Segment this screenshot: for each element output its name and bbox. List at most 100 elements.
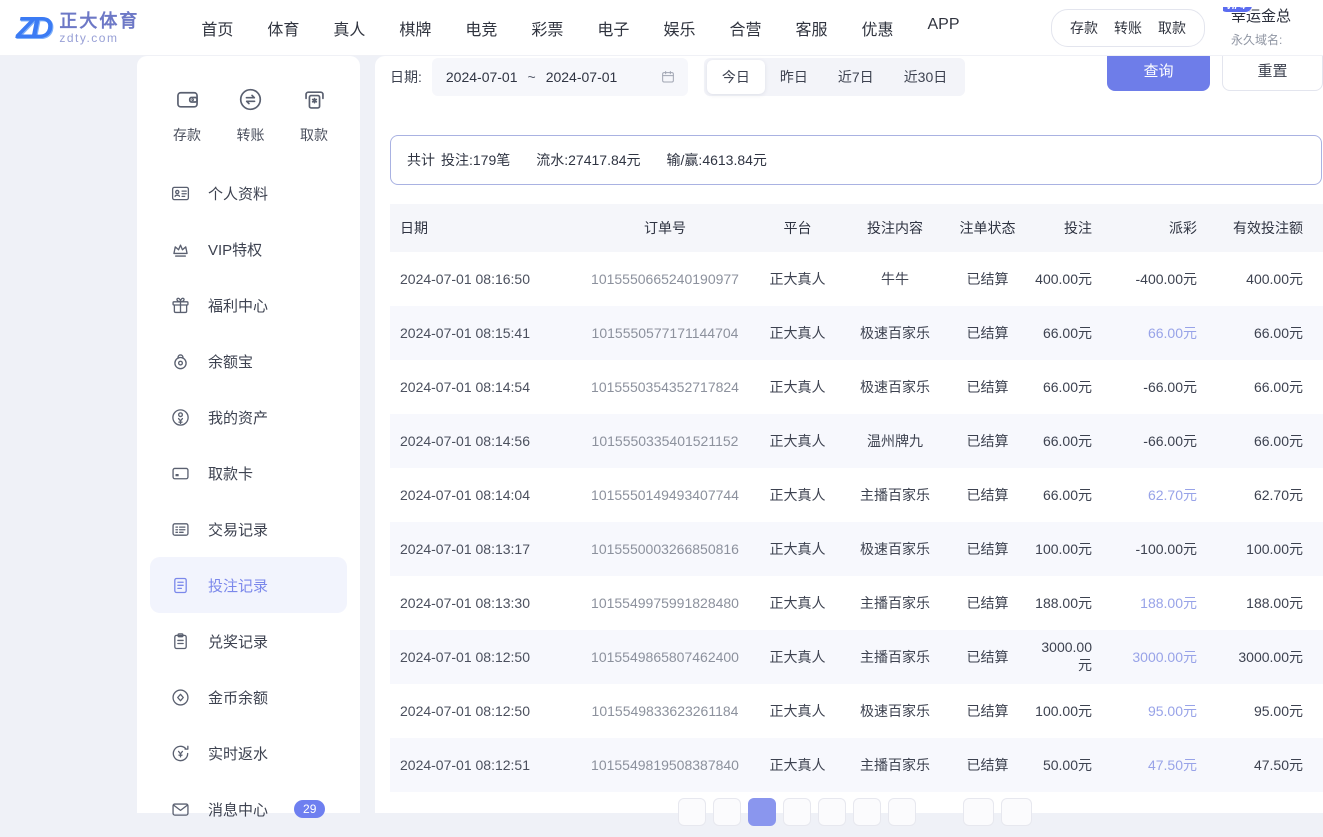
nav-item-7[interactable]: 电子 — [597, 16, 629, 40]
unread-count-badge: 29 — [294, 800, 326, 818]
brand-logo[interactable]: ZD 正大体育 zdty.com — [16, 10, 139, 46]
sidebar-item-7[interactable]: 交易记录 — [137, 501, 360, 557]
pagination-button-3[interactable] — [748, 798, 776, 826]
cell-platform: 正大真人 — [769, 595, 826, 611]
pagination-button-4[interactable] — [783, 798, 811, 826]
nav-item-6[interactable]: 彩票 — [531, 16, 563, 40]
brand-name: 正大体育 — [59, 10, 140, 31]
cell-bet: 50.00元 — [1030, 738, 1108, 792]
cell-valid_bet: 66.00元 — [1213, 414, 1323, 468]
sidebar-item-5[interactable]: 我的资产 — [137, 389, 360, 445]
cell-platform: 正大真人 — [750, 630, 845, 684]
cell-order_no: 1015550335401521152 — [580, 414, 750, 468]
column-header: 平台 — [750, 204, 845, 252]
column-header: 投注内容 — [845, 204, 945, 252]
nav-item-10[interactable]: 客服 — [795, 16, 827, 40]
withdraw-icon — [301, 86, 328, 118]
cell-bet: 66.00元 — [1030, 306, 1108, 360]
nav-item-2[interactable]: 体育 — [267, 16, 299, 40]
sidebar-item-1[interactable]: 个人资料 — [137, 165, 360, 221]
cell-content: 温州牌九 — [845, 414, 945, 468]
cell-payout: 188.00元 — [1140, 595, 1197, 611]
date-range-presets: 今日 昨日 近7日 近30日 — [703, 58, 966, 96]
cell-order_no: 1015550665240190977 — [591, 271, 739, 287]
cell-status: 已结算 — [945, 630, 1030, 684]
cell-valid_bet: 62.70元 — [1253, 487, 1303, 503]
nav-item-3[interactable]: 真人 — [333, 16, 365, 40]
wallet-action-3[interactable]: 取款 — [1158, 18, 1186, 38]
cell-content: 极速百家乐 — [860, 703, 930, 719]
sidebar-item-8[interactable]: 投注记录 — [150, 557, 347, 613]
sidebar-item-4[interactable]: 余额宝 — [137, 333, 360, 389]
cell-content: 极速百家乐 — [845, 306, 945, 360]
nav-item-8[interactable]: 娱乐 — [663, 16, 695, 40]
pagination-button-8[interactable] — [963, 798, 994, 826]
sidebar-item-label: 金币余额 — [208, 689, 269, 707]
crown-icon — [170, 239, 191, 260]
nav-item-9[interactable]: 合营 — [729, 16, 761, 40]
column-header: 有效投注额 — [1213, 204, 1323, 252]
pagination-button-1[interactable] — [678, 798, 706, 826]
pagination — [678, 798, 1032, 826]
bet-records-table: 日期 订单号 平台 投注内容 注单状态 投注 派彩 有效投注额 2024-07-01 08:1… — [390, 204, 1323, 792]
cell-status: 已结算 — [966, 379, 1009, 395]
calendar-icon[interactable] — [660, 69, 676, 85]
range-preset-2[interactable]: 昨日 — [765, 60, 823, 94]
cell-date: 2024-07-01 08:14:04 — [400, 487, 530, 503]
sidebar-quick-withdraw[interactable]: 取款 — [300, 86, 328, 145]
sidebar-item-label: 个人资料 — [208, 185, 269, 203]
nav-item-5[interactable]: 电竞 — [465, 16, 497, 40]
cell-payout: 3000.00元 — [1108, 630, 1213, 684]
cell-content: 主播百家乐 — [860, 487, 930, 503]
cell-bet: 66.00元 — [1030, 414, 1108, 468]
wallet-action-1[interactable]: 存款 — [1070, 18, 1098, 38]
range-preset-4[interactable]: 近30日 — [889, 60, 963, 94]
sidebar-item-10[interactable]: 金币余额 — [137, 669, 360, 725]
cell-platform: 正大真人 — [750, 738, 845, 792]
column-header: 订单号 — [580, 204, 750, 252]
summary-total-label: 共计 — [407, 152, 435, 168]
cell-date: 2024-07-01 08:16:50 — [400, 271, 530, 287]
range-preset-3[interactable]: 近7日 — [823, 60, 889, 94]
summary-bar: 共计 投注:179笔 流水:27417.84元 输/赢:4613.84元 — [390, 135, 1322, 185]
sidebar-item-12[interactable]: 消息中心 29 — [137, 781, 360, 837]
date-from: 2024-07-01 — [445, 69, 518, 85]
pagination-button-6[interactable] — [853, 798, 881, 826]
sidebar-item-11[interactable]: 实时返水 — [137, 725, 360, 781]
pagination-button-5[interactable] — [818, 798, 846, 826]
user-meta: 幸运金总 永久域名: — [1231, 7, 1291, 48]
cell-order_no: 1015550149493407744 — [591, 487, 739, 503]
cell-date: 2024-07-01 08:12:50 — [390, 630, 580, 684]
sidebar-item-9[interactable]: 兑奖记录 — [137, 613, 360, 669]
sidebar-item-3[interactable]: 福利中心 — [137, 277, 360, 333]
sidebar-quick-transfer[interactable]: 转账 — [237, 86, 265, 145]
date-range-input[interactable]: 2024-07-01 ~ 2024-07-01 — [431, 58, 688, 96]
pagination-button-9[interactable] — [1001, 798, 1032, 826]
range-preset-1[interactable]: 今日 — [706, 60, 765, 94]
cell-date: 2024-07-01 08:14:54 — [400, 379, 530, 395]
cell-status: 已结算 — [966, 271, 1009, 287]
nav-item-11[interactable]: 优惠 — [861, 16, 893, 40]
sidebar-quick-wallet[interactable]: 存款 — [173, 86, 201, 145]
cell-status: 已结算 — [966, 703, 1009, 719]
column-header: 派彩 — [1108, 204, 1213, 252]
nav-item-4[interactable]: 棋牌 — [399, 16, 431, 40]
pagination-button-7[interactable] — [888, 798, 916, 826]
nav-item-1[interactable]: 首页 — [201, 16, 233, 40]
pagination-button-2[interactable] — [713, 798, 741, 826]
rebate-icon — [170, 743, 191, 764]
table-row: 2024-07-01 08:16:50 1015550665240190977 正大… — [390, 252, 1323, 306]
sidebar-item-6[interactable]: 取款卡 — [137, 445, 360, 501]
date-to: 2024-07-01 — [545, 69, 618, 85]
nav-item-12[interactable]: APP — [928, 16, 960, 40]
user-box[interactable]: VIP4 幸运金总 永久域名: — [1223, 7, 1323, 48]
cell-date: 2024-07-01 08:12:51 — [390, 738, 580, 792]
wallet-actions-pill: 存款 转账 取款 — [1051, 8, 1205, 47]
wallet-action-2[interactable]: 转账 — [1114, 18, 1142, 38]
money-pot-icon — [170, 351, 191, 372]
cell-bet: 188.00元 — [1035, 595, 1092, 611]
cell-valid_bet: 188.00元 — [1246, 595, 1303, 611]
main-content: 日期: 2024-07-01 ~ 2024-07-01 今日 昨日 近7日 近30日 … — [375, 49, 1323, 826]
sidebar-item-2[interactable]: VIP特权 — [137, 221, 360, 277]
cell-payout: 62.70元 — [1147, 487, 1197, 503]
